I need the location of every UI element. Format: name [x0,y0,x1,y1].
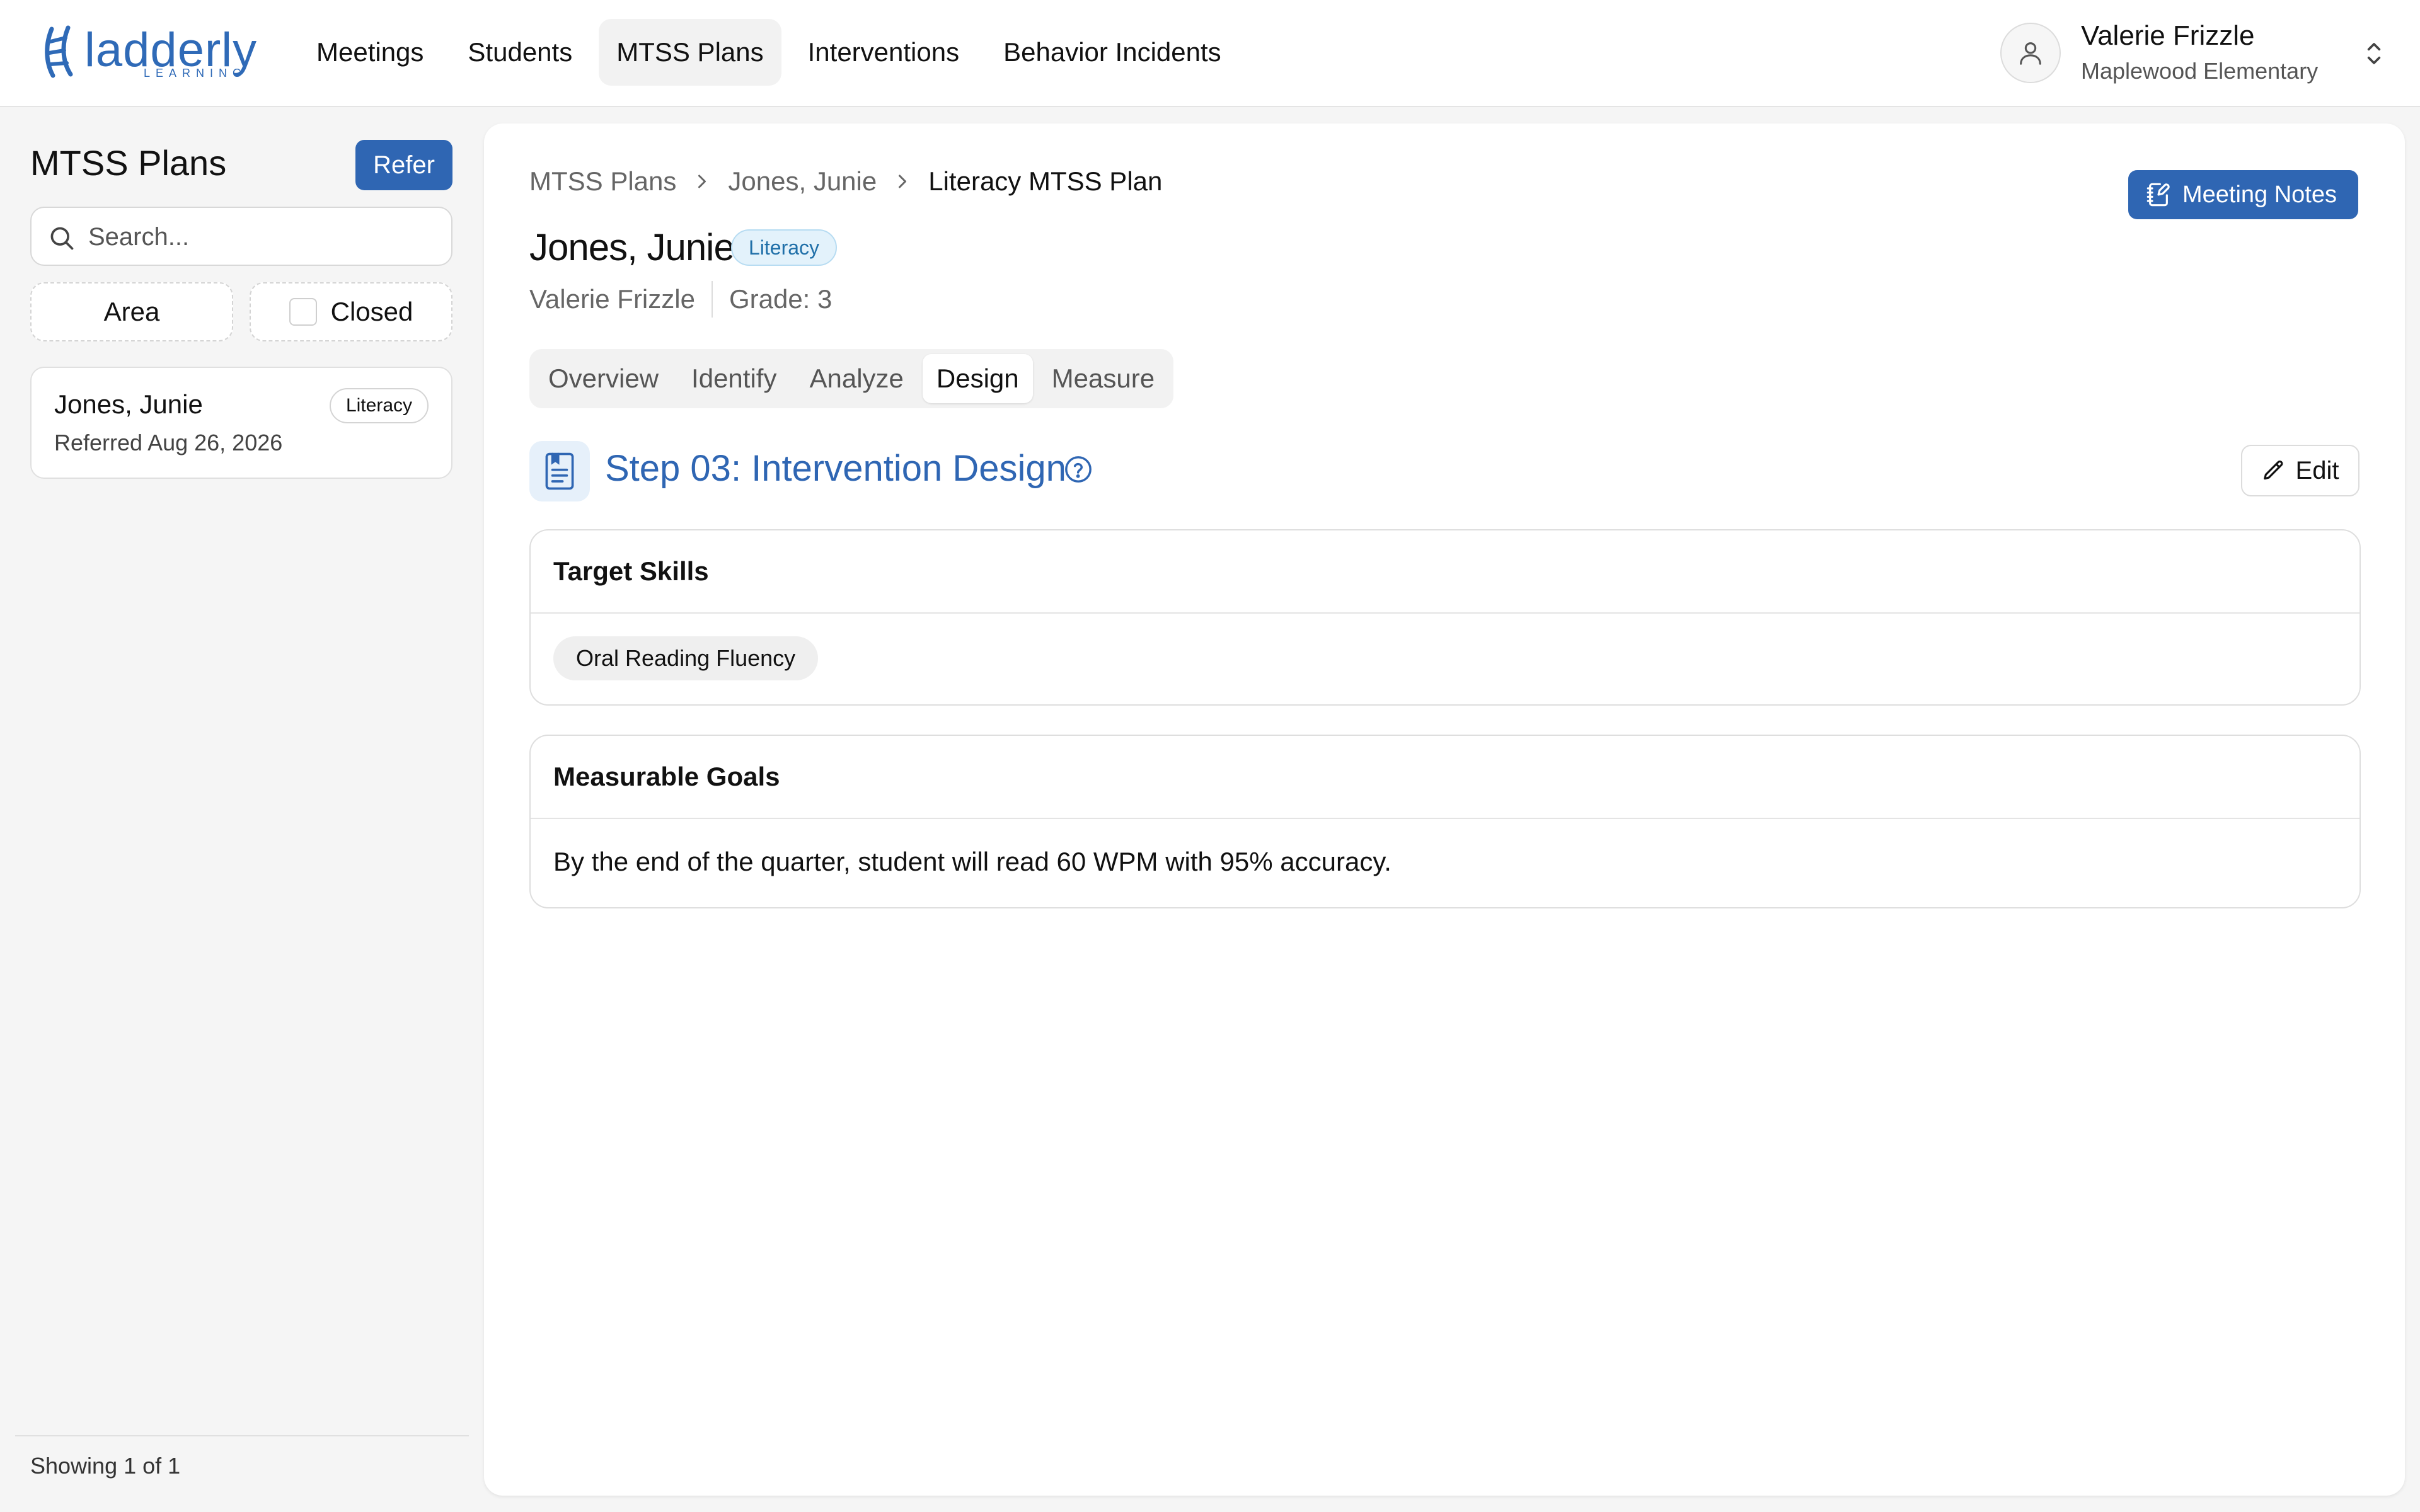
nav-behavior-incidents[interactable]: Behavior Incidents [986,19,1239,86]
plan-student-name: Jones, Junie [54,389,203,419]
nav-students[interactable]: Students [450,19,590,86]
chevron-right-icon [694,172,710,191]
target-skills-heading: Target Skills [531,530,2360,614]
tab-design[interactable]: Design [922,354,1033,403]
pencil-icon [2263,461,2283,480]
sidebar: MTSS Plans Refer Area Closed Jones, Juni… [0,108,483,1512]
document-icon [545,452,574,490]
search-input[interactable] [88,217,441,257]
top-bar: ladderly LEARNING Meetings Students MTSS… [0,0,2420,107]
plan-referred-date: Referred Aug 26, 2026 [54,430,283,455]
edit-button[interactable]: Edit [2241,445,2360,496]
page-title: Jones, Junie [529,226,735,268]
step-icon [529,441,590,501]
nav-meetings[interactable]: Meetings [299,19,441,86]
area-filter-button[interactable]: Area [30,282,233,341]
sidebar-title: MTSS Plans [30,143,227,183]
brand-logo[interactable]: ladderly LEARNING [43,23,257,86]
edit-label: Edit [2295,456,2339,484]
brand-subtitle: LEARNING [144,67,248,79]
tab-identify[interactable]: Identify [677,354,790,403]
breadcrumb-current-plan: Literacy MTSS Plan [928,166,1163,196]
breadcrumb-mtss-plans[interactable]: MTSS Plans [529,166,676,197]
plan-area-badge: Literacy [329,388,429,423]
teacher-name: Valerie Frizzle [529,284,695,314]
refer-button[interactable]: Refer [355,140,452,190]
closed-filter-toggle[interactable]: Closed [250,282,452,341]
area-badge: Literacy [731,229,838,266]
meta-divider [711,281,713,318]
closed-filter-label: Closed [330,297,413,326]
meeting-notes-label: Meeting Notes [2182,181,2337,208]
user-school: Maplewood Elementary [2081,58,2319,84]
closed-checkbox[interactable] [289,298,317,326]
notebook-pen-icon [2146,183,2170,207]
skill-chip: Oral Reading Fluency [553,636,819,680]
avatar [2000,23,2061,83]
tab-overview[interactable]: Overview [534,354,672,403]
results-count: Showing 1 of 1 [30,1453,181,1479]
plan-detail-panel: MTSS Plans Jones, Junie Literacy MTSS Pl… [484,123,2405,1496]
nav-mtss-plans[interactable]: MTSS Plans [599,19,781,86]
goal-text: By the end of the quarter, student will … [553,847,1392,876]
grade-label: Grade: 3 [729,284,833,314]
user-icon [2020,42,2041,65]
measurable-goals-card: Measurable Goals By the end of the quart… [529,735,2361,908]
chevron-up-down-icon[interactable] [2363,38,2385,69]
tab-measure[interactable]: Measure [1038,354,1168,403]
help-icon[interactable] [1064,455,1093,484]
tab-analyze[interactable]: Analyze [795,354,917,403]
ladder-logo-icon [45,25,73,78]
chevron-right-icon [894,172,911,191]
measurable-goals-heading: Measurable Goals [531,736,2360,819]
step-title: Step 03: Intervention Design [605,448,1066,489]
step-tabs: Overview Identify Analyze Design Measure [529,349,1174,408]
plan-list-item[interactable]: Jones, Junie Literacy Referred Aug 26, 2… [30,367,452,479]
main-nav: Meetings Students MTSS Plans Interventio… [299,19,1239,86]
meeting-notes-button[interactable]: Meeting Notes [2128,170,2358,219]
sidebar-footer-divider [15,1435,469,1436]
area-filter-label: Area [103,297,160,326]
user-menu[interactable]: Valerie Frizzle Maplewood Elementary [2000,20,2385,86]
nav-interventions[interactable]: Interventions [790,19,977,86]
search-box [30,207,452,266]
plan-meta: Valerie Frizzle Grade: 3 [529,281,832,318]
breadcrumb: MTSS Plans Jones, Junie Literacy MTSS Pl… [529,166,1162,197]
target-skills-card: Target Skills Oral Reading Fluency [529,529,2361,706]
breadcrumb-student[interactable]: Jones, Junie [728,166,877,197]
user-name: Valerie Frizzle [2081,20,2255,51]
search-icon [50,227,74,250]
